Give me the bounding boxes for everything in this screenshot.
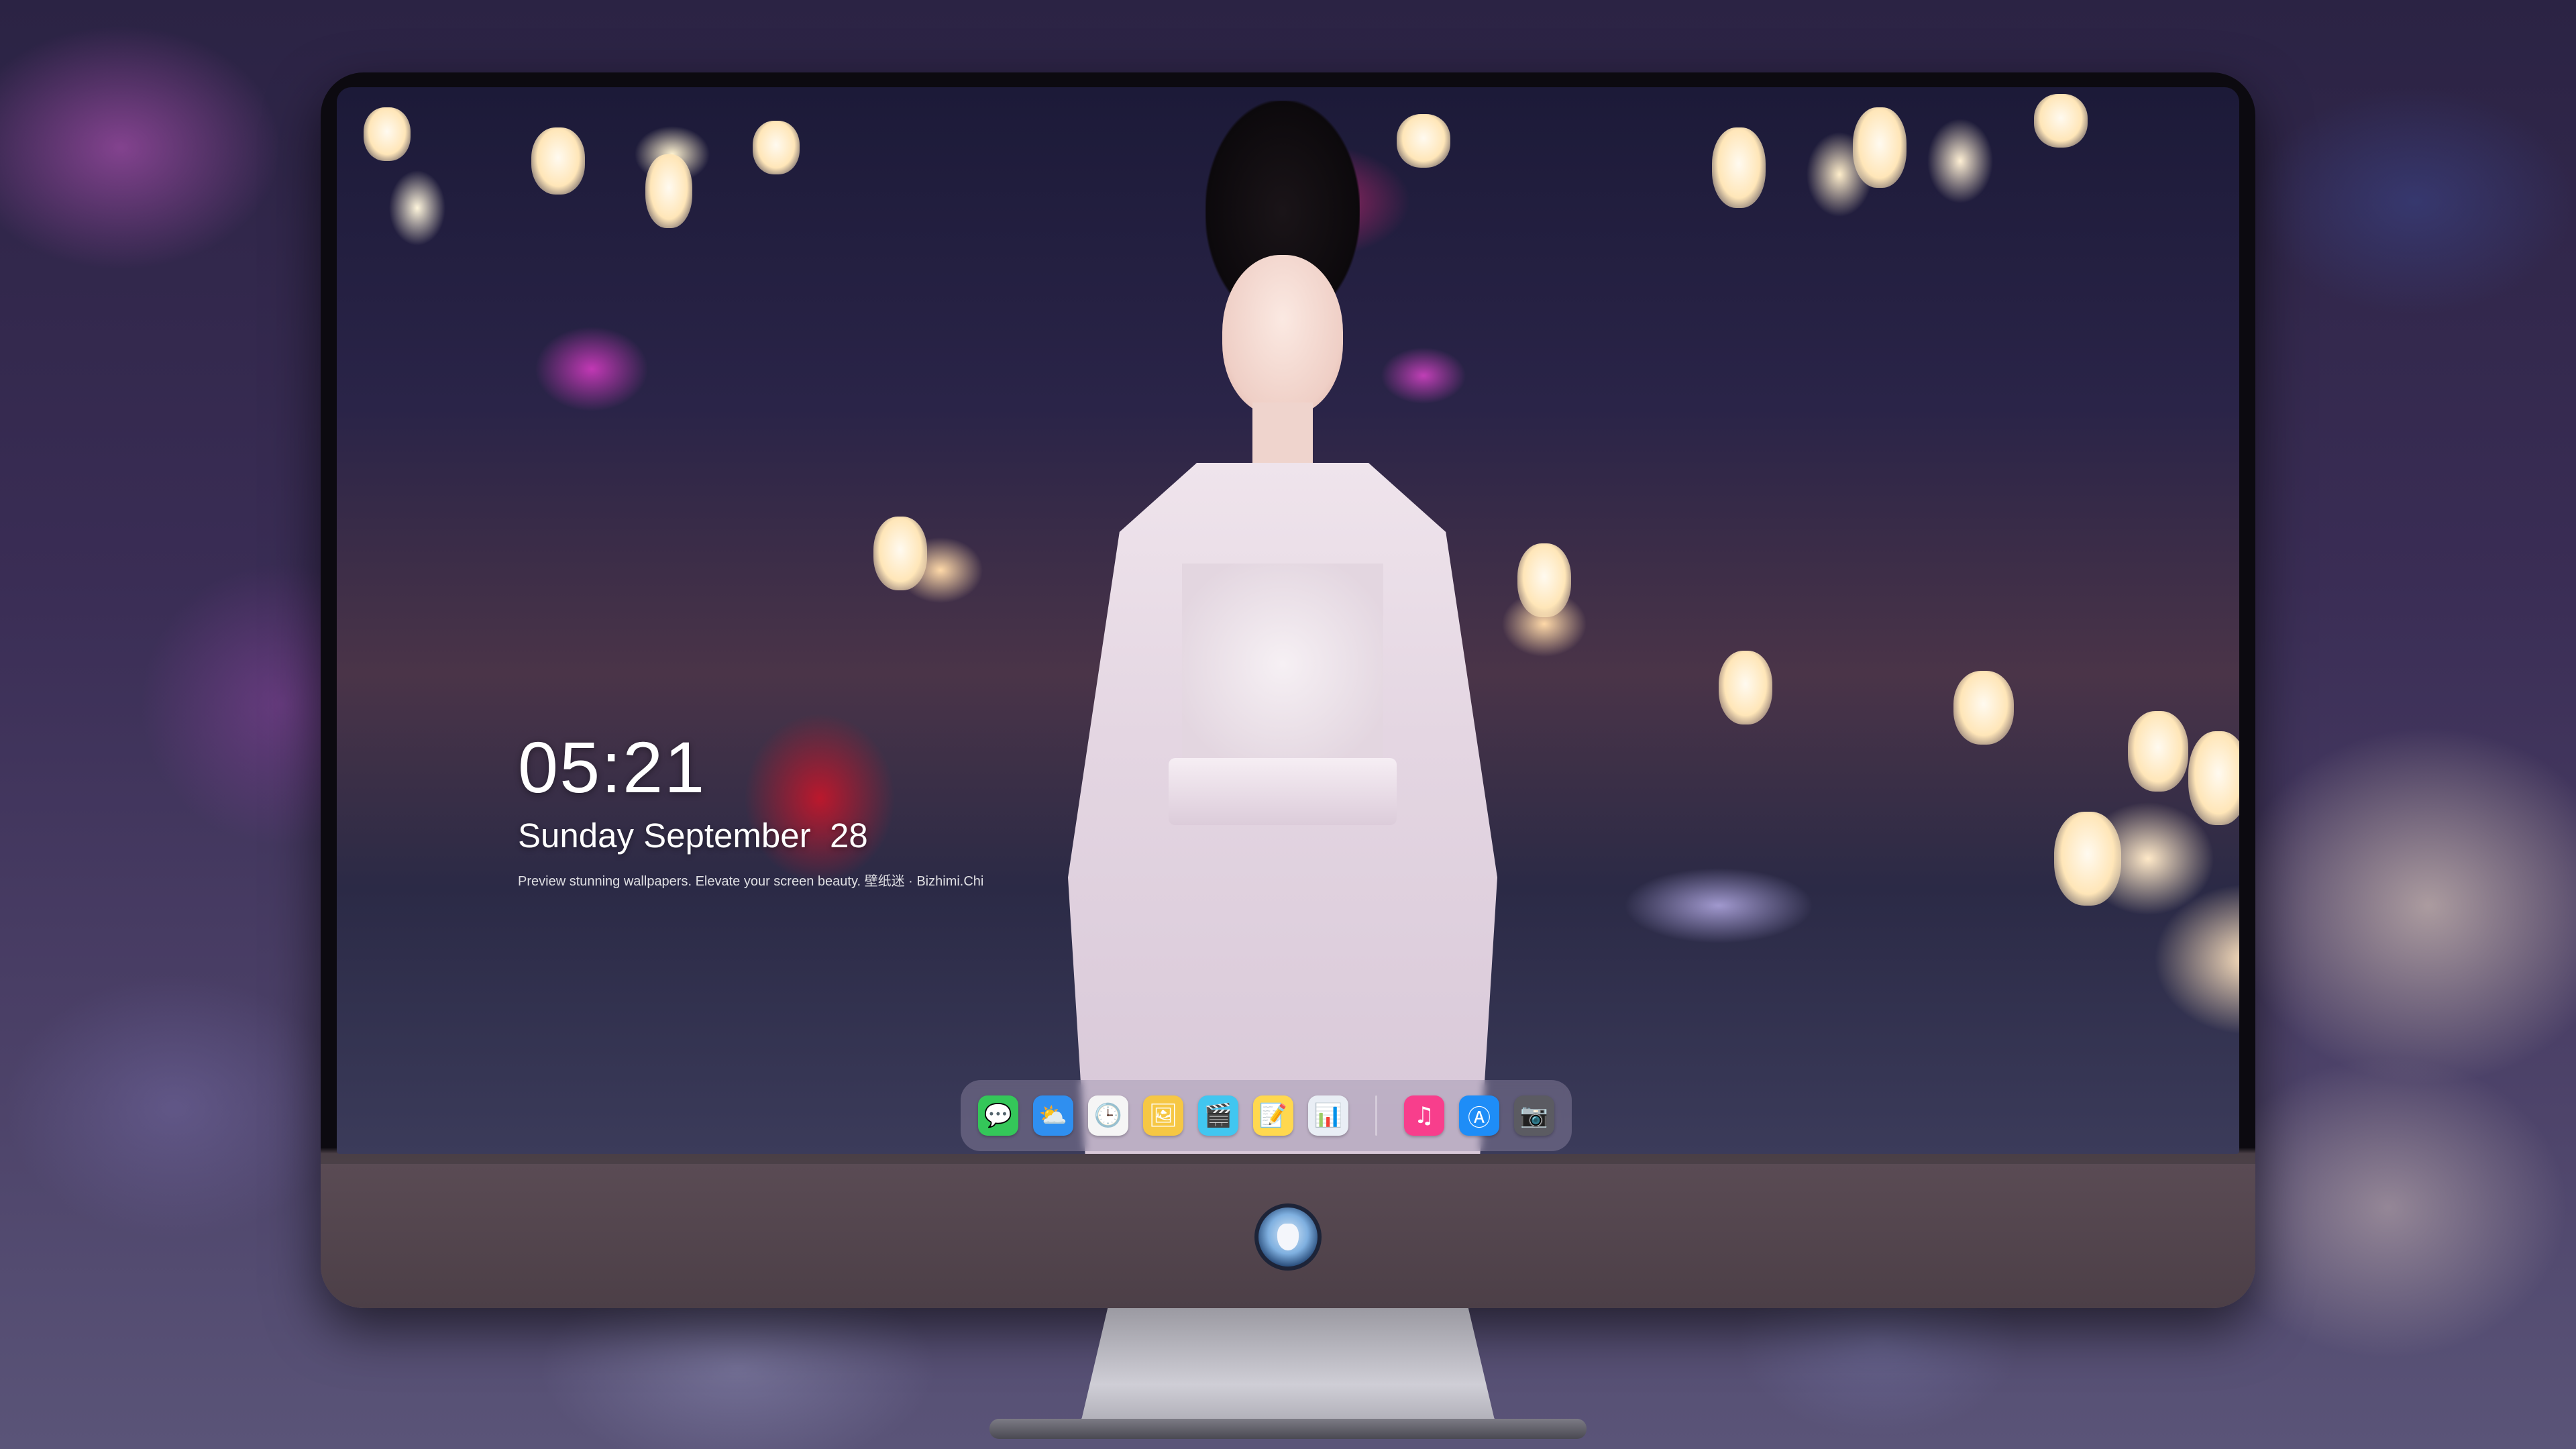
- notes-icon[interactable]: 📝: [1253, 1095, 1293, 1136]
- clock-date: Sunday September 28: [518, 816, 868, 855]
- app-store-icon[interactable]: Ⓐ: [1459, 1095, 1499, 1136]
- clips-icon[interactable]: 🎬: [1198, 1095, 1238, 1136]
- photo-gallery-icon[interactable]: 📊: [1308, 1095, 1348, 1136]
- messages-icon[interactable]: 💬: [978, 1095, 1018, 1136]
- wallpaper-figure: [1008, 87, 1558, 1154]
- app-dock: 💬 ⛅ 🕒 🖼 🎬 📝 📊 ♫ Ⓐ 📷: [961, 1080, 1572, 1151]
- lantern-light: [1953, 671, 2014, 745]
- preview-icon[interactable]: 🖼: [1143, 1095, 1183, 1136]
- lantern-light: [1719, 651, 1772, 724]
- music-icon[interactable]: ♫: [1404, 1095, 1444, 1136]
- weather-icon[interactable]: ⛅: [1033, 1095, 1073, 1136]
- lantern-light: [753, 121, 800, 174]
- clock-time: 05:21: [518, 727, 706, 808]
- monitor-stand: [1073, 1308, 1503, 1436]
- wallpaper-screen: [337, 87, 2239, 1154]
- lantern-light: [2054, 812, 2121, 906]
- lantern-light: [531, 127, 585, 195]
- clock-icon[interactable]: 🕒: [1088, 1095, 1128, 1136]
- lantern-light: [1712, 127, 1766, 208]
- dock-separator: [1375, 1095, 1377, 1136]
- lantern-light: [873, 517, 927, 590]
- camera-icon[interactable]: 📷: [1514, 1095, 1554, 1136]
- lantern-light: [364, 107, 411, 161]
- brand-logo-icon: [1254, 1203, 1322, 1271]
- lantern-light: [2128, 711, 2188, 792]
- lantern-light: [1853, 107, 1907, 188]
- lock-screen-info: 05:21 Sunday September 28 Preview stunni…: [518, 727, 984, 890]
- lantern-light: [645, 154, 692, 228]
- lantern-light: [2034, 94, 2088, 148]
- wallpaper-caption: Preview stunning wallpapers. Elevate you…: [518, 873, 984, 889]
- monitor-stand-base: [989, 1419, 1587, 1439]
- lantern-light: [2188, 731, 2239, 825]
